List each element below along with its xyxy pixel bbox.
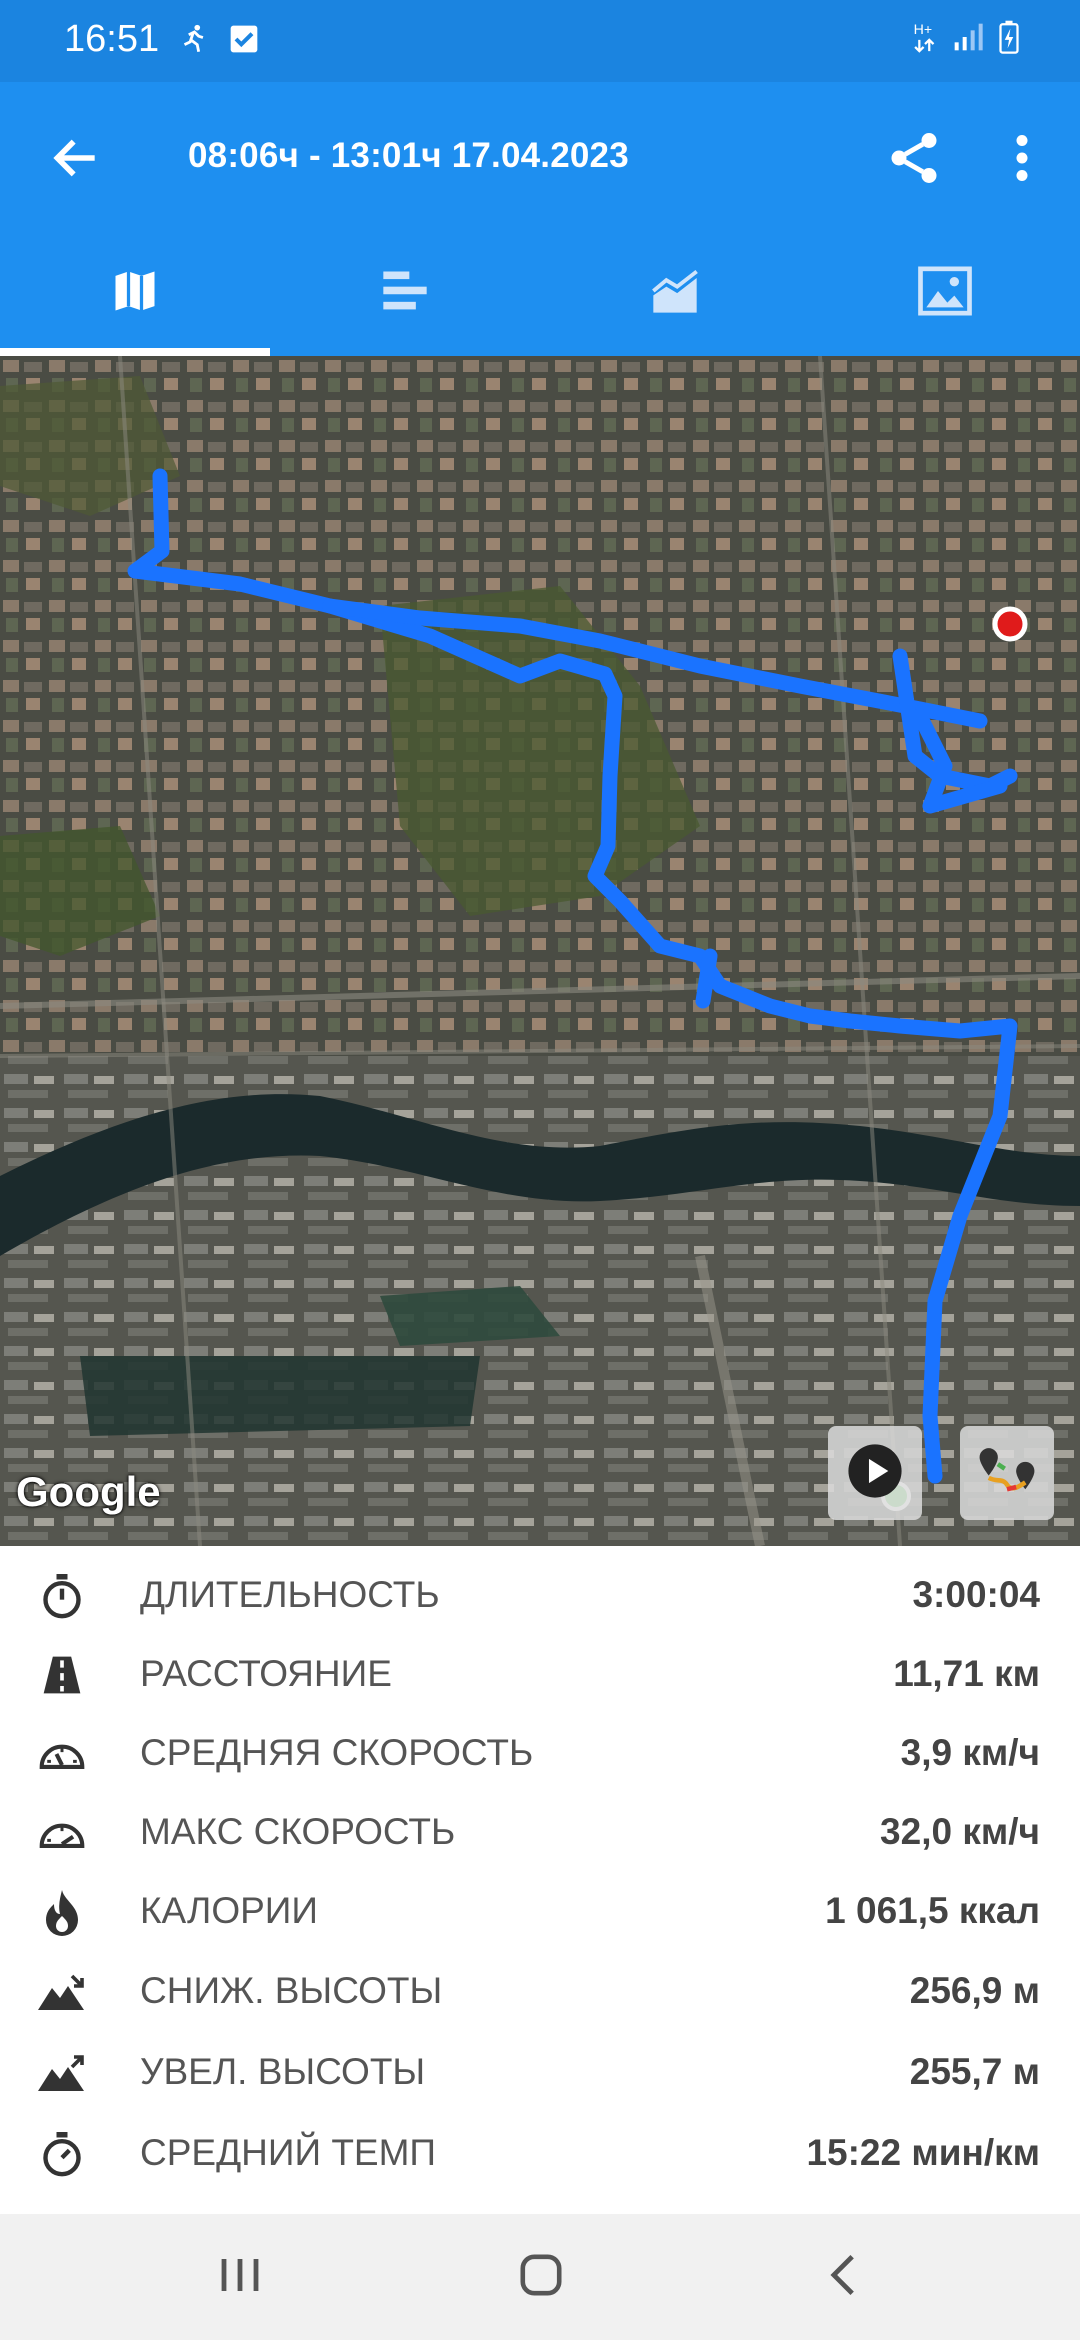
finish-marker — [992, 606, 1028, 642]
tab-map[interactable] — [0, 230, 270, 356]
stat-row-avg-pace: СРЕДНИЙ ТЕМП 15:22 мин/км — [0, 2112, 1080, 2192]
stat-label: ДЛИТЕЛЬНОСТЬ — [140, 1574, 440, 1615]
battery-charging-icon — [998, 20, 1020, 59]
home-icon — [518, 2252, 564, 2303]
signal-icon — [952, 21, 984, 58]
stat-value: 11,71 км — [893, 1653, 1040, 1694]
speedometer-max-icon — [34, 1809, 90, 1857]
stat-value: 3:00:04 — [912, 1574, 1040, 1615]
map-icon — [109, 265, 161, 322]
tab-charts[interactable] — [540, 230, 810, 356]
stat-value: 15:22 мин/км — [806, 2132, 1040, 2173]
bars-icon — [379, 265, 431, 322]
stat-value: 3,9 км/ч — [900, 1732, 1040, 1773]
track-time-range-title: 08:06ч - 13:01ч 17.04.2023 — [188, 136, 629, 175]
clock: 16:51 — [64, 18, 160, 60]
share-icon[interactable] — [884, 128, 944, 188]
stat-label: СНИЖ. ВЫСОТЫ — [140, 1970, 443, 2011]
running-icon — [176, 22, 210, 61]
mountain-down-icon — [34, 1968, 90, 2016]
stat-value: 32,0 км/ч — [880, 1811, 1040, 1852]
tab-photos[interactable] — [810, 230, 1080, 356]
mountain-up-icon — [34, 2049, 90, 2097]
route-markers-icon — [975, 1442, 1039, 1505]
data-arrows-icon: H+ — [912, 20, 938, 59]
satellite-map[interactable]: Google — [0, 356, 1080, 1546]
timer-icon — [34, 2130, 90, 2178]
tab-summary[interactable] — [270, 230, 540, 356]
stat-row-calories: КАЛОРИИ 1 061,5 ккал — [0, 1870, 1080, 1950]
stat-label: УВЕЛ. ВЫСОТЫ — [140, 2051, 426, 2092]
stat-row-descent: СНИЖ. ВЫСОТЫ 256,9 м — [0, 1950, 1080, 2030]
stat-label: КАЛОРИИ — [140, 1890, 318, 1931]
stat-row-max-speed: МАКС СКОРОСТЬ 32,0 км/ч — [0, 1791, 1080, 1871]
svg-text:H+: H+ — [914, 22, 933, 38]
checkbox-notification-icon — [228, 23, 260, 60]
speedometer-icon — [34, 1730, 90, 1778]
stat-label: МАКС СКОРОСТЬ — [140, 1811, 456, 1852]
flame-icon — [34, 1888, 90, 1936]
stat-row-ascent: УВЕЛ. ВЫСОТЫ 255,7 м — [0, 2031, 1080, 2111]
play-route-button[interactable] — [828, 1426, 922, 1520]
map-imagery — [0, 356, 1080, 1546]
stat-value: 256,9 м — [909, 1970, 1040, 2011]
app-bar: 08:06ч - 13:01ч 17.04.2023 — [0, 82, 1080, 230]
recents-icon — [218, 2255, 262, 2300]
google-attribution: Google — [16, 1468, 161, 1515]
back-arrow-icon[interactable] — [48, 130, 104, 186]
stat-row-distance: РАССТОЯНИЕ 11,71 км — [0, 1633, 1080, 1713]
stat-row-avg-speed: СРЕДНЯЯ СКОРОСТЬ 3,9 км/ч — [0, 1712, 1080, 1792]
home-button[interactable] — [506, 2244, 576, 2310]
road-icon — [34, 1651, 90, 1699]
stat-label: СРЕДНИЙ ТЕМП — [140, 2132, 437, 2173]
play-icon — [846, 1442, 904, 1505]
chart-icon — [649, 265, 701, 322]
route-points-button[interactable] — [960, 1426, 1054, 1520]
system-nav-bar — [0, 2214, 1080, 2340]
image-icon — [917, 265, 973, 322]
back-chevron-icon — [826, 2253, 860, 2302]
stat-value: 1 061,5 ккал — [825, 1890, 1040, 1931]
recent-apps-button[interactable] — [205, 2244, 275, 2310]
back-button[interactable] — [808, 2244, 878, 2310]
status-bar: 16:51 H+ — [0, 0, 1080, 82]
stat-label: СРЕДНЯЯ СКОРОСТЬ — [140, 1732, 534, 1773]
track-stats-list: ДЛИТЕЛЬНОСТЬ 3:00:04 РАССТОЯНИЕ 11,71 км… — [0, 1546, 1080, 2214]
stopwatch-icon — [34, 1572, 90, 1620]
stat-row-duration: ДЛИТЕЛЬНОСТЬ 3:00:04 — [0, 1554, 1080, 1634]
more-options-icon[interactable] — [1000, 128, 1044, 188]
stat-label: РАССТОЯНИЕ — [140, 1653, 392, 1694]
stat-value: 255,7 м — [909, 2051, 1040, 2092]
tab-bar — [0, 230, 1080, 356]
